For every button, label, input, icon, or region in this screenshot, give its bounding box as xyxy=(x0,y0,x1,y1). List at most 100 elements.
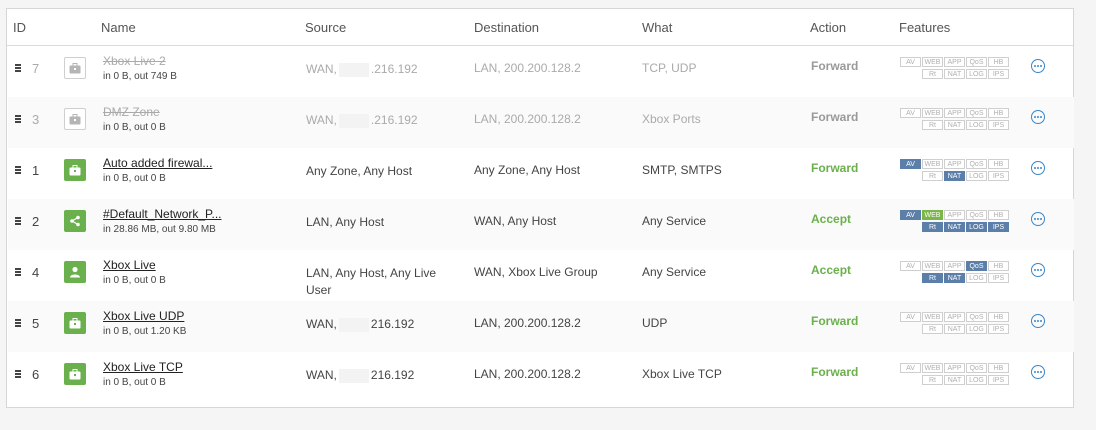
col-features[interactable]: Features xyxy=(899,20,950,35)
rule-name-link[interactable]: Xbox Live TCP xyxy=(103,360,183,374)
masked-ip xyxy=(338,62,369,77)
col-destination[interactable]: Destination xyxy=(474,20,539,35)
col-what[interactable]: What xyxy=(642,20,672,35)
feature-badge-av: AV xyxy=(900,210,921,220)
feature-badge-ips: IPS xyxy=(988,69,1009,79)
rule-id: 2 xyxy=(32,214,40,229)
rule-id: 7 xyxy=(32,61,40,76)
table-row[interactable]: 1 Auto added firewal... in 0 B, out 0 B … xyxy=(8,148,1074,199)
feature-badge-log: LOG xyxy=(966,324,987,334)
feature-badge-hb: HB xyxy=(988,363,1009,373)
feature-badge-nat: NAT xyxy=(944,222,965,232)
drag-handle-icon[interactable] xyxy=(15,370,21,378)
rule-features: AV WEB APP QoS HB Rt NAT LOG IPS xyxy=(900,108,1014,131)
feature-badge-log: LOG xyxy=(966,69,987,79)
more-options-icon[interactable] xyxy=(1031,59,1045,73)
feature-badge-log: LOG xyxy=(966,171,987,181)
rule-name-link[interactable]: Xbox Live UDP xyxy=(103,309,184,323)
source-ip: .216.192 xyxy=(370,62,418,76)
col-source[interactable]: Source xyxy=(305,20,346,35)
col-action[interactable]: Action xyxy=(810,20,846,35)
user-icon xyxy=(64,261,86,283)
firewall-rules-table: ID Name Source Destination What Action F… xyxy=(6,8,1074,408)
drag-handle-icon[interactable] xyxy=(15,115,21,123)
masked-ip xyxy=(338,317,369,332)
table-row[interactable]: 6 Xbox Live TCP in 0 B, out 0 B WAN, 216.… xyxy=(8,352,1074,403)
rule-features: AV WEB APP QoS HB Rt NAT LOG IPS xyxy=(900,261,1014,284)
feature-badge-rt: Rt xyxy=(922,120,943,130)
rule-destination: LAN, 200.200.128.2 xyxy=(474,367,581,381)
rule-what: SMTP, SMTPS xyxy=(642,163,722,177)
col-id[interactable]: ID xyxy=(13,20,26,35)
rule-destination: Any Zone, Any Host xyxy=(474,163,581,177)
source-text: LAN, Any Host, Any Live User xyxy=(306,266,437,297)
table-row[interactable]: 5 Xbox Live UDP in 0 B, out 1.20 KB WAN,… xyxy=(8,301,1074,352)
rule-source: Any Zone, Any Host xyxy=(306,163,456,180)
more-options-icon[interactable] xyxy=(1031,314,1045,328)
feature-badge-qos: QoS xyxy=(966,210,987,220)
rule-id: 1 xyxy=(32,163,40,178)
briefcase-icon xyxy=(64,312,86,334)
rule-what: UDP xyxy=(642,316,668,330)
feature-badge-av: AV xyxy=(900,108,921,118)
drag-handle-icon[interactable] xyxy=(15,217,21,225)
feature-badge-ips: IPS xyxy=(988,324,1009,334)
rule-action: Forward xyxy=(811,59,859,73)
drag-handle-icon[interactable] xyxy=(15,319,21,327)
rule-features: AV WEB APP QoS HB Rt NAT LOG IPS xyxy=(900,312,1014,335)
feature-badge-av: AV xyxy=(900,312,921,322)
drag-handle-icon[interactable] xyxy=(15,64,21,72)
source-ip: 216.192 xyxy=(370,368,415,382)
feature-badge-app: APP xyxy=(944,108,965,118)
feature-badge-app: APP xyxy=(944,261,965,271)
feature-badge-log: LOG xyxy=(966,375,987,385)
table-row[interactable]: 4 Xbox Live in 0 B, out 0 B LAN, Any Hos… xyxy=(8,250,1074,301)
feature-badge-hb: HB xyxy=(988,261,1009,271)
table-row[interactable]: 2 #Default_Network_P... in 28.86 MB, out… xyxy=(8,199,1074,250)
rule-id: 4 xyxy=(32,265,40,280)
rule-features: AV WEB APP QoS HB Rt NAT LOG IPS xyxy=(900,159,1014,182)
rule-what: Any Service xyxy=(642,265,707,279)
more-options-icon[interactable] xyxy=(1031,161,1045,175)
rule-name-link[interactable]: Xbox Live 2 xyxy=(103,54,166,68)
rule-name-link[interactable]: #Default_Network_P... xyxy=(103,207,222,221)
rule-name-link[interactable]: Auto added firewal... xyxy=(103,156,212,170)
feature-badge-nat: NAT xyxy=(944,324,965,334)
table-row[interactable]: 7 Xbox Live 2 in 0 B, out 749 B WAN, .216… xyxy=(8,46,1074,97)
rule-action: Forward xyxy=(811,314,859,328)
drag-handle-icon[interactable] xyxy=(15,268,21,276)
feature-badge-web: WEB xyxy=(922,363,943,373)
feature-badge-ips: IPS xyxy=(988,222,1009,232)
feature-badge-rt: Rt xyxy=(922,324,943,334)
rule-destination: LAN, 200.200.128.2 xyxy=(474,112,581,126)
more-options-icon[interactable] xyxy=(1031,263,1045,277)
drag-handle-icon[interactable] xyxy=(15,166,21,174)
feature-badge-rt: Rt xyxy=(922,69,943,79)
col-name[interactable]: Name xyxy=(101,20,136,35)
feature-badge-log: LOG xyxy=(966,273,987,283)
table-row[interactable]: 3 DMZ Zone in 0 B, out 0 B WAN, .216.192 … xyxy=(8,97,1074,148)
rule-what: TCP, UDP xyxy=(642,61,697,75)
feature-badge-qos: QoS xyxy=(966,57,987,67)
feature-badge-qos: QoS xyxy=(966,312,987,322)
feature-badge-web: WEB xyxy=(922,210,943,220)
feature-badge-qos: QoS xyxy=(966,261,987,271)
rule-traffic-stats: in 0 B, out 0 B xyxy=(103,275,166,286)
rule-name-link[interactable]: Xbox Live xyxy=(103,258,156,272)
rule-destination: WAN, Any Host xyxy=(474,214,557,228)
feature-badge-ips: IPS xyxy=(988,120,1009,130)
feature-badge-app: APP xyxy=(944,312,965,322)
rule-name-link[interactable]: DMZ Zone xyxy=(103,105,160,119)
rule-traffic-stats: in 0 B, out 0 B xyxy=(103,173,166,184)
feature-badge-hb: HB xyxy=(988,159,1009,169)
feature-badge-ips: IPS xyxy=(988,171,1009,181)
feature-badge-qos: QoS xyxy=(966,159,987,169)
rule-action: Forward xyxy=(811,110,859,124)
more-options-icon[interactable] xyxy=(1031,365,1045,379)
rule-traffic-stats: in 0 B, out 0 B xyxy=(103,377,166,388)
feature-badge-hb: HB xyxy=(988,210,1009,220)
briefcase-icon xyxy=(64,159,86,181)
more-options-icon[interactable] xyxy=(1031,212,1045,226)
rule-what: Xbox Ports xyxy=(642,112,701,126)
more-options-icon[interactable] xyxy=(1031,110,1045,124)
